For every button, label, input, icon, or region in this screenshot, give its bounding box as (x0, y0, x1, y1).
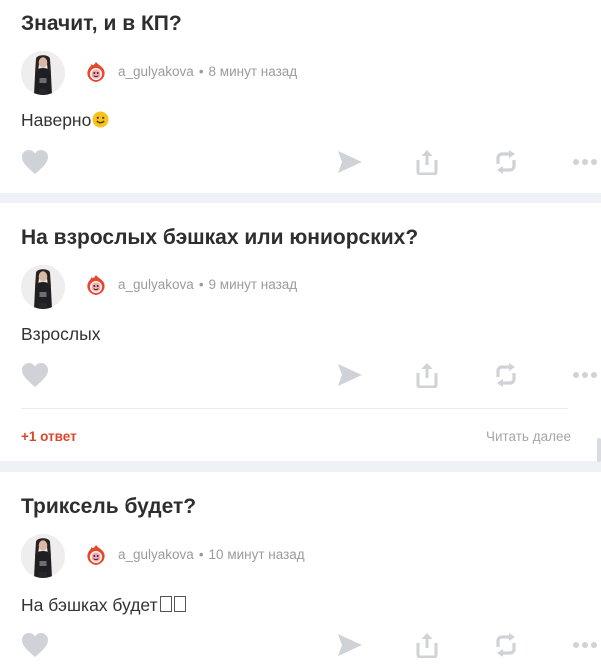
divider-line (21, 408, 568, 409)
more-button[interactable] (570, 630, 600, 660)
repost-button[interactable] (491, 360, 521, 390)
missing-glyph-box (159, 596, 172, 612)
answer-text: На бэшках будет (21, 595, 186, 616)
repost-icon (493, 632, 519, 658)
answer-text: Наверно (21, 110, 109, 131)
upload-icon (415, 362, 439, 388)
repost-button[interactable] (491, 147, 521, 177)
post-actions (0, 630, 601, 660)
read-more-link[interactable]: Читать далее (486, 429, 571, 444)
post-card: На взрослых бэшках или юниорских? a_guly… (0, 203, 601, 461)
author-name[interactable]: a_gulyakova (118, 64, 194, 79)
upload-icon (415, 632, 439, 658)
upload-button[interactable] (412, 630, 442, 660)
more-icon (572, 641, 598, 649)
post-meta: a_gulyakova • 8 минут назад (118, 64, 298, 79)
question-title[interactable]: Триксель будет? (21, 495, 196, 519)
answer-text: Взрослых (21, 324, 101, 344)
post-time: 8 минут назад (208, 64, 298, 79)
upload-button[interactable] (412, 147, 442, 177)
like-button[interactable] (20, 630, 50, 660)
missing-glyph-box (173, 596, 186, 612)
repost-button[interactable] (491, 630, 521, 660)
send-icon (337, 633, 363, 657)
share-button[interactable] (335, 147, 365, 177)
post-actions (0, 360, 601, 390)
like-button[interactable] (20, 147, 50, 177)
flame-badge-icon (85, 274, 107, 296)
post-actions (0, 147, 601, 177)
divider (0, 193, 601, 203)
share-button[interactable] (335, 360, 365, 390)
send-icon (337, 363, 363, 387)
question-title[interactable]: На взрослых бэшках или юниорских? (21, 226, 418, 250)
send-icon (337, 150, 363, 174)
more-icon (572, 158, 598, 166)
author-name[interactable]: a_gulyakova (118, 277, 194, 292)
repost-icon (493, 362, 519, 388)
share-button[interactable] (335, 630, 365, 660)
author-name[interactable]: a_gulyakova (118, 547, 194, 562)
more-button[interactable] (570, 147, 600, 177)
more-button[interactable] (570, 360, 600, 390)
post-meta: a_gulyakova • 9 минут назад (118, 277, 298, 292)
replies-link[interactable]: +1 ответ (21, 429, 77, 444)
question-title[interactable]: Значит, и в КП? (21, 12, 182, 36)
post-card: Триксель будет? a_gulyakova • 10 минут наз… (0, 472, 601, 668)
post-card: Значит, и в КП? a_gulyakova • 8 минут наза… (0, 0, 601, 193)
scrollbar-thumb[interactable] (597, 438, 601, 462)
repost-icon (493, 149, 519, 175)
avatar[interactable] (21, 51, 65, 95)
more-icon (572, 371, 598, 379)
avatar[interactable] (21, 534, 65, 578)
heart-icon (21, 632, 49, 658)
flame-badge-icon (85, 544, 107, 566)
heart-icon (21, 362, 49, 388)
heart-icon (21, 149, 49, 175)
post-time: 10 минут назад (208, 547, 305, 562)
like-button[interactable] (20, 360, 50, 390)
post-meta: a_gulyakova • 10 минут назад (118, 547, 305, 562)
upload-icon (415, 149, 439, 175)
smiling-face-emoji (92, 111, 109, 128)
upload-button[interactable] (412, 360, 442, 390)
avatar[interactable] (21, 265, 65, 309)
post-time: 9 минут назад (208, 277, 298, 292)
flame-badge-icon (85, 61, 107, 83)
divider (0, 461, 601, 472)
